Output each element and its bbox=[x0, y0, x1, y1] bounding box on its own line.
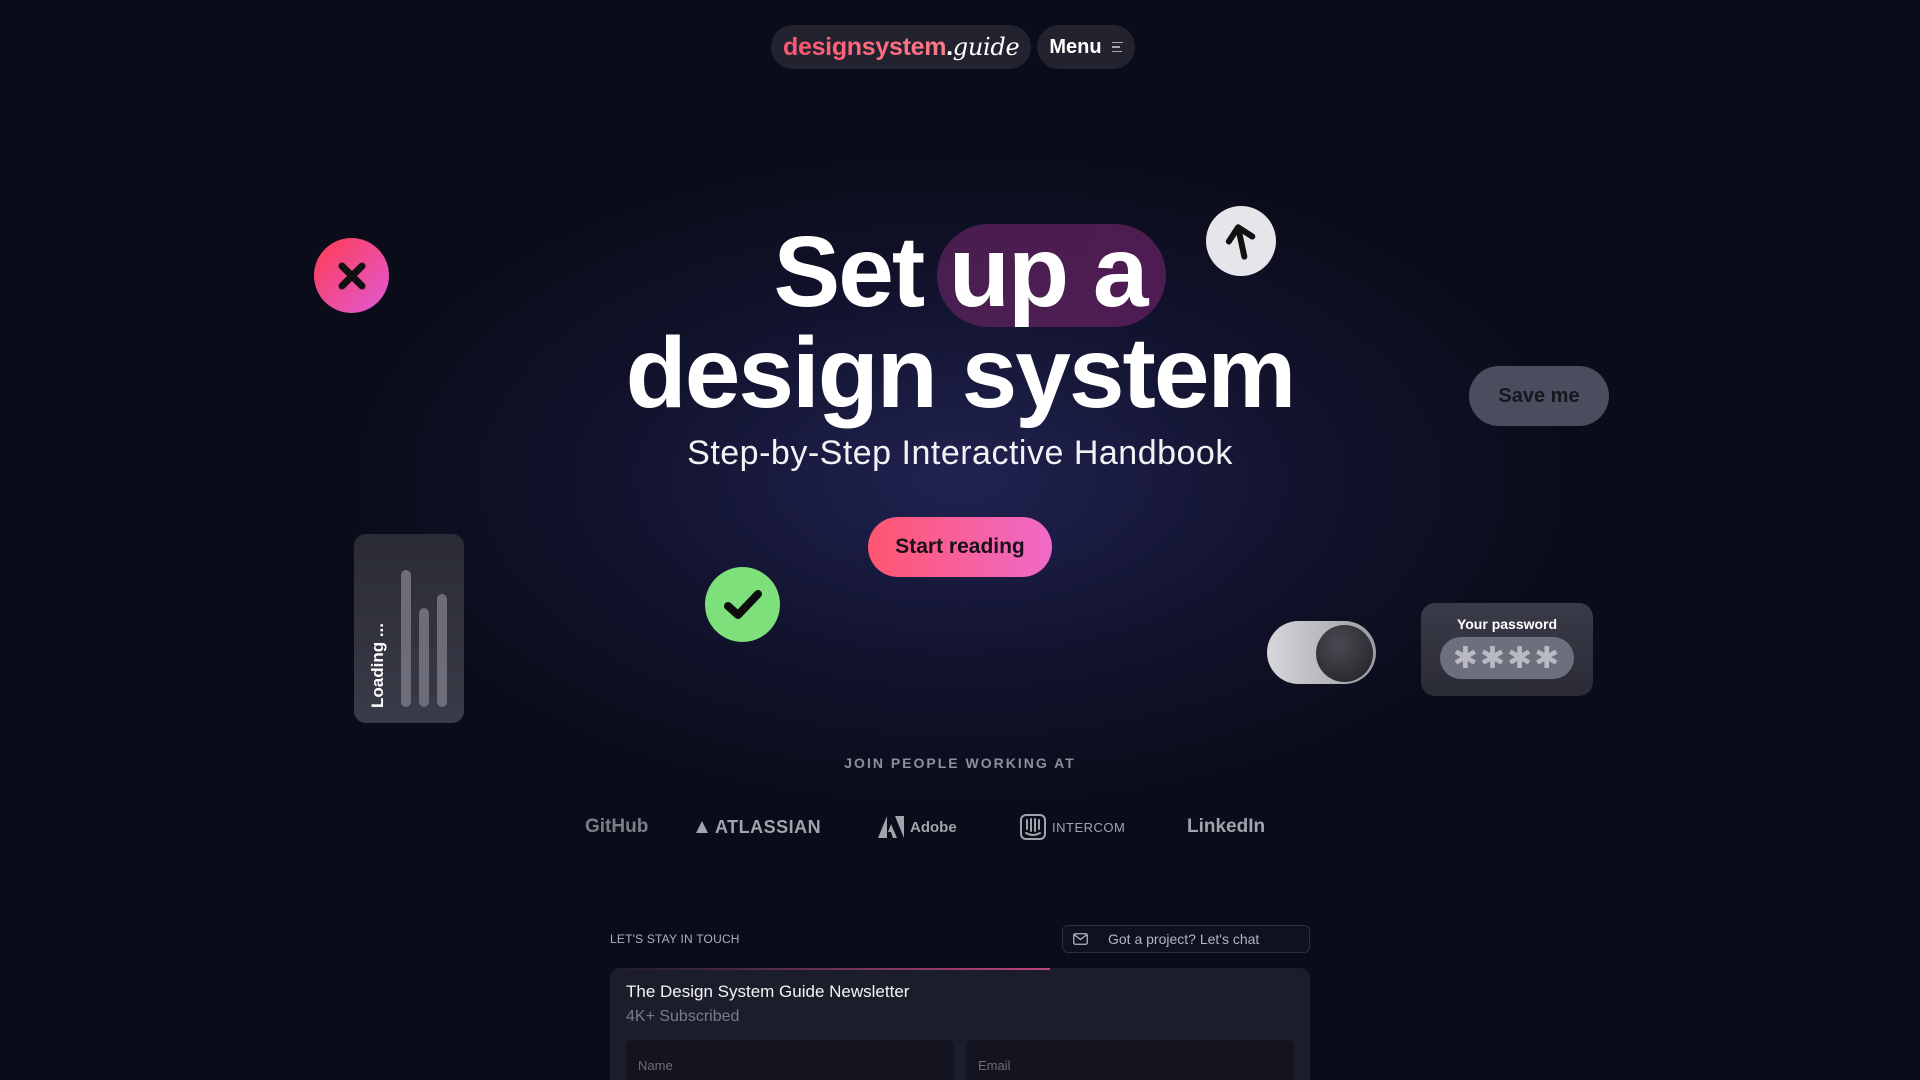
hero-subtitle: Step-by-Step Interactive Handbook bbox=[687, 434, 1233, 472]
hero-title-line-2: design system bbox=[625, 317, 1297, 429]
stay-in-touch-label: LET'S STAY IN TOUCH bbox=[610, 932, 740, 946]
adobe-logo-text: Adobe bbox=[910, 818, 957, 836]
mail-icon bbox=[1073, 933, 1088, 945]
companies-heading: JOIN PEOPLE WORKING AT bbox=[844, 755, 1076, 771]
loading-bar bbox=[437, 594, 447, 707]
name-field[interactable] bbox=[626, 1040, 954, 1080]
loading-bar bbox=[401, 570, 411, 707]
top-nav: designsystem. guide Menu bbox=[771, 25, 1135, 69]
loading-bar bbox=[419, 608, 429, 707]
site-logo[interactable]: designsystem. guide bbox=[771, 25, 1032, 69]
save-me-button[interactable]: Save me bbox=[1469, 366, 1609, 426]
adobe-logo: Adobe bbox=[878, 812, 957, 842]
github-logo: GitHub bbox=[585, 812, 648, 842]
linkedin-logo-text: LinkedIn bbox=[1187, 816, 1266, 837]
logo-dot: . bbox=[946, 32, 953, 61]
logo-brand: designsystem bbox=[783, 32, 947, 61]
password-field[interactable]: ✱✱✱✱ bbox=[1440, 637, 1574, 679]
email-field[interactable] bbox=[966, 1040, 1294, 1080]
adobe-icon bbox=[878, 816, 904, 838]
newsletter-title: The Design System Guide Newsletter bbox=[626, 982, 910, 1001]
lets-chat-label: Got a project? Let's chat bbox=[1108, 931, 1260, 947]
menu-button[interactable]: Menu bbox=[1037, 25, 1135, 69]
atlassian-logo: ATLASSIAN bbox=[695, 812, 821, 842]
newsletter-card: The Design System Guide Newsletter 4K+ S… bbox=[610, 968, 1310, 1080]
subscriber-count: 4K+ Subscribed bbox=[626, 1008, 740, 1025]
checkmark-icon[interactable] bbox=[705, 567, 780, 642]
atlassian-icon bbox=[696, 821, 708, 833]
linkedin-logo: LinkedIn bbox=[1187, 812, 1265, 842]
menu-label: Menu bbox=[1049, 35, 1102, 58]
intercom-logo-text: INTERCOM bbox=[1052, 819, 1126, 835]
hero-title-line-1: Set up a bbox=[773, 216, 1149, 328]
close-icon[interactable] bbox=[314, 238, 389, 313]
newsletter-accent-line bbox=[610, 968, 1050, 970]
company-logos: GitHub ATLASSIAN Adobe INTERCOM LinkedIn bbox=[585, 812, 1285, 842]
github-logo-text: GitHub bbox=[585, 816, 649, 837]
lets-chat-button[interactable]: Got a project? Let's chat bbox=[1062, 925, 1310, 953]
toggle-switch[interactable] bbox=[1267, 621, 1376, 684]
intercom-logo: INTERCOM bbox=[1020, 812, 1125, 842]
start-reading-button[interactable]: Start reading bbox=[868, 517, 1052, 577]
password-label: Your password bbox=[1456, 616, 1558, 632]
password-widget: Your password ✱✱✱✱ bbox=[1421, 603, 1593, 696]
hamburger-icon bbox=[1111, 41, 1123, 53]
toggle-knob bbox=[1316, 625, 1373, 682]
arrow-up-icon[interactable] bbox=[1206, 206, 1276, 276]
logo-tld: guide bbox=[952, 33, 1020, 61]
intercom-icon bbox=[1020, 814, 1046, 840]
loading-label: Loading ... bbox=[368, 623, 387, 708]
atlassian-logo-text: ATLASSIAN bbox=[715, 816, 822, 837]
